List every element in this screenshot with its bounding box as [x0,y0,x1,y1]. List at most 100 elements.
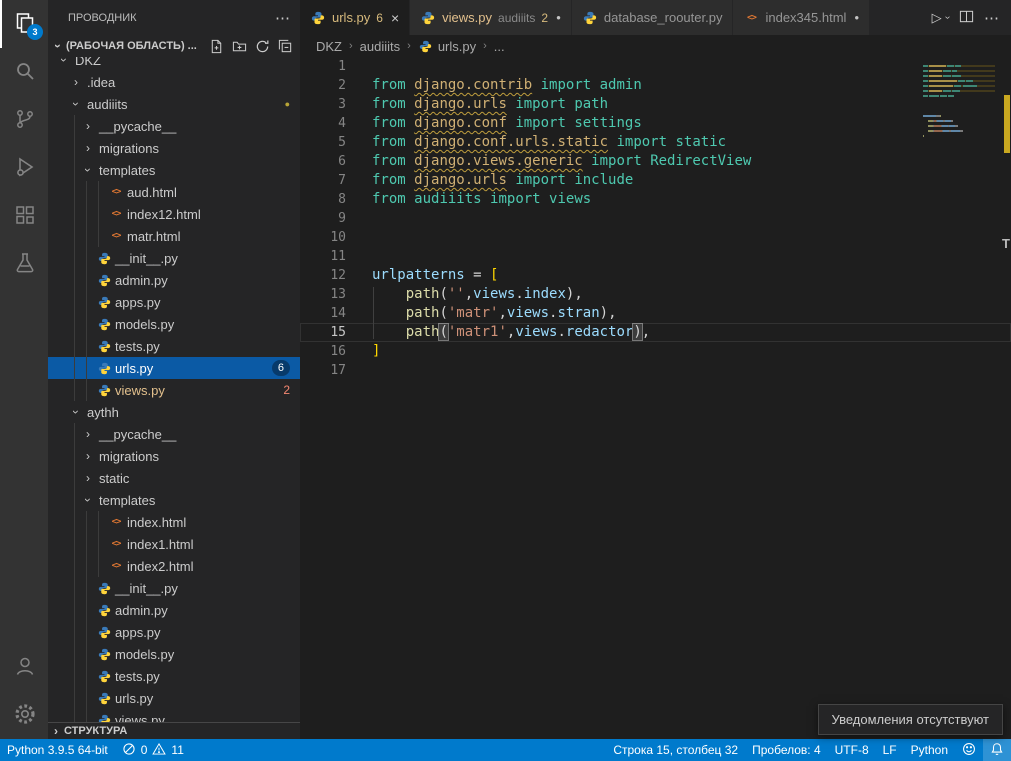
status-notifications[interactable] [983,739,1011,761]
tree-item-index1.html[interactable]: <>index1.html [48,533,300,555]
chevron-right-icon: › [80,471,96,485]
tree-item-templates[interactable]: ›templates [48,489,300,511]
status-cursor-position[interactable]: Строка 15, столбец 32 [606,739,745,761]
tree-item-urls.py[interactable]: urls.py6 [48,357,300,379]
tree-item-label: urls.py [115,691,153,706]
code-line-13[interactable]: 13 path('',views.index), [300,285,1011,304]
tree-item-tests.py[interactable]: tests.py [48,665,300,687]
tree-item-tests.py[interactable]: tests.py [48,335,300,357]
activity-item-testing[interactable] [0,240,48,288]
code-line-1[interactable]: 1 [300,57,1011,76]
code-line-text: path('matr1',views.redactor), [346,323,650,342]
tree-item-templates[interactable]: ›templates [48,159,300,181]
split-editor-button[interactable] [959,9,974,27]
tab-views.py[interactable]: views.pyaudiiits2● [410,0,572,35]
workspace-section-header[interactable]: › (РАБОЧАЯ ОБЛАСТЬ) ... [48,35,300,57]
tree-item-__pycache__[interactable]: ›__pycache__ [48,423,300,445]
tree-item-aythh[interactable]: ›aythh [48,401,300,423]
tree-item-views.py[interactable]: views.py2 [48,379,300,401]
tree-item-migrations[interactable]: ›migrations [48,445,300,467]
status-eol[interactable]: LF [876,739,904,761]
activity-item-source-control[interactable] [0,96,48,144]
breadcrumb-item-DKZ[interactable]: DKZ [316,39,342,54]
tree-item-index2.html[interactable]: <>index2.html [48,555,300,577]
collapse-all-button[interactable] [276,37,294,55]
code-line-17[interactable]: 17 [300,361,1011,380]
minimap[interactable] [923,60,995,145]
tree-item-models.py[interactable]: models.py [48,643,300,665]
tree-item-__init__.py[interactable]: __init__.py [48,247,300,269]
activity-item-explorer[interactable]: 3 [0,0,48,48]
tree-item-static[interactable]: ›static [48,467,300,489]
code-line-10[interactable]: 10 [300,228,1011,247]
tab-database_roouter.py[interactable]: database_roouter.py [572,0,734,35]
breadcrumb-item-label: audiiits [360,39,400,54]
tree-item-urls.py[interactable]: urls.py [48,687,300,709]
activity-item-search[interactable] [0,48,48,96]
status-problems[interactable]: 011 [115,739,191,761]
tab-urls.py[interactable]: urls.py6× [300,0,410,35]
tree-item-label: apps.py [115,625,161,640]
code-line-14[interactable]: 14 path('matr',views.stran), [300,304,1011,323]
tree-item-label: admin.py [115,273,168,288]
run-dropdown-icon[interactable]: › [942,16,953,19]
status-encoding[interactable]: UTF-8 [828,739,876,761]
refresh-button[interactable] [253,37,271,55]
tree-item-label: templates [99,493,155,508]
code-line-6[interactable]: 6from django.views.generic import Redire… [300,152,1011,171]
code-line-15[interactable]: 15 path('matr1',views.redactor), [300,323,1011,342]
tree-item-audiiits[interactable]: ›audiiits● [48,93,300,115]
close-icon[interactable]: × [391,10,399,26]
tree-item-apps.py[interactable]: apps.py [48,291,300,313]
breadcrumb-item-urls.py[interactable]: urls.py [418,38,476,54]
tree-item-label: views.py [115,713,165,723]
tree-item-__init__.py[interactable]: __init__.py [48,577,300,599]
run-button[interactable]: ▷ [932,10,942,26]
tree-item-index.html[interactable]: <>index.html [48,511,300,533]
status-language[interactable]: Python [904,739,955,761]
tree-item-admin.py[interactable]: admin.py [48,269,300,291]
tree-item-aud.html[interactable]: <>aud.html [48,181,300,203]
tree-item-apps.py[interactable]: apps.py [48,621,300,643]
tree-item-DKZ[interactable]: ›DKZ [48,57,300,71]
code-line-3[interactable]: 3from django.urls import path [300,95,1011,114]
indent-guide [74,203,75,225]
activity-item-account[interactable] [0,643,48,691]
tree-item-admin.py[interactable]: admin.py [48,599,300,621]
status-indentation[interactable]: Пробелов: 4 [745,739,828,761]
tab-index345.html[interactable]: <>index345.html● [733,0,870,35]
outline-section-header[interactable]: › СТРУКТУРА [48,722,300,739]
code-editor[interactable]: 12from django.contrib import admin3from … [300,57,1011,739]
status-feedback[interactable] [955,739,983,761]
new-folder-button[interactable] [230,37,248,55]
code-line-2[interactable]: 2from django.contrib import admin [300,76,1011,95]
tree-item-migrations[interactable]: ›migrations [48,137,300,159]
status-python-version[interactable]: Python 3.9.5 64-bit [0,739,115,761]
code-line-text: from django.conf import settings [346,114,642,133]
code-line-16[interactable]: 16] [300,342,1011,361]
code-line-9[interactable]: 9 [300,209,1011,228]
code-line-5[interactable]: 5from django.conf.urls.static import sta… [300,133,1011,152]
tree-item-models.py[interactable]: models.py [48,313,300,335]
tree-item-index12.html[interactable]: <>index12.html [48,203,300,225]
explorer-more-actions-icon[interactable]: ⋯ [275,9,290,27]
indent-guide [86,313,87,335]
activity-item-extensions[interactable] [0,192,48,240]
tree-item-.idea[interactable]: ›.idea [48,71,300,93]
activity-item-run-debug[interactable] [0,144,48,192]
code-line-11[interactable]: 11 [300,247,1011,266]
breadcrumb-item-audiiits[interactable]: audiiits [360,39,400,54]
code-line-7[interactable]: 7from django.urls import include [300,171,1011,190]
tree-item-matr.html[interactable]: <>matr.html [48,225,300,247]
code-line-8[interactable]: 8from audiiits import views [300,190,1011,209]
editor-more-actions[interactable]: ⋯ [984,9,999,27]
tree-item-__pycache__[interactable]: ›__pycache__ [48,115,300,137]
status-bar-left: Python 3.9.5 64-bit011 [0,739,191,761]
new-file-button[interactable] [207,37,225,55]
code-line-4[interactable]: 4from django.conf import settings [300,114,1011,133]
activity-item-settings[interactable] [0,691,48,739]
tree-item-views.py[interactable]: views.py [48,709,300,722]
code-line-12[interactable]: 12urlpatterns = [ [300,266,1011,285]
breadcrumb-item-...[interactable]: ... [494,39,505,54]
modified-dot-icon: ● [285,99,290,109]
